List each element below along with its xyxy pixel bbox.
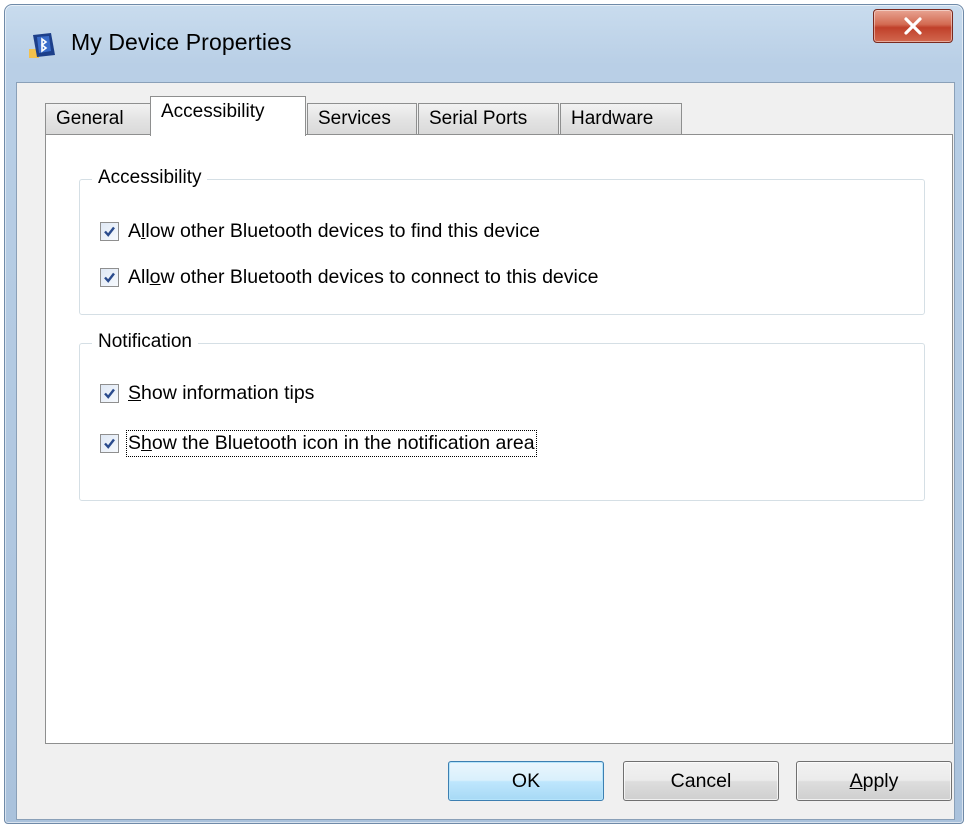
cancel-button[interactable]: Cancel <box>623 761 779 801</box>
checkbox-box[interactable] <box>100 221 119 241</box>
tab-label: Accessibility <box>161 101 265 122</box>
close-icon <box>904 17 922 35</box>
ok-button[interactable]: OK <box>448 761 604 801</box>
tab-serial-ports[interactable]: Serial Ports <box>418 103 559 135</box>
checkbox-label: Show the Bluetooth icon in the notificat… <box>126 429 537 457</box>
checkmark-icon <box>104 226 115 237</box>
checkmark-icon <box>104 438 115 449</box>
tab-label: Hardware <box>571 108 654 129</box>
tab-label: Serial Ports <box>429 108 528 129</box>
allow-find-checkbox[interactable]: Allow other Bluetooth devices to find th… <box>100 218 540 244</box>
tab-general[interactable]: General <box>45 103 152 135</box>
window-title: My Device Properties <box>71 29 292 55</box>
group-title: Notification <box>92 331 198 353</box>
checkmark-icon <box>104 272 115 283</box>
allow-connect-checkbox[interactable]: Allow other Bluetooth devices to connect… <box>100 264 598 290</box>
dialog-body: General Accessibility Services Serial Po… <box>16 82 955 820</box>
tab-services[interactable]: Services <box>307 103 417 135</box>
title-bar[interactable]: My Device Properties <box>5 5 963 81</box>
close-button[interactable] <box>873 9 953 43</box>
apply-button[interactable]: Apply <box>796 761 952 801</box>
show-tray-icon-checkbox[interactable]: Show the Bluetooth icon in the notificat… <box>100 429 537 457</box>
checkbox-box[interactable] <box>100 433 119 453</box>
tab-hardware[interactable]: Hardware <box>560 103 682 135</box>
tab-label: General <box>56 108 124 129</box>
bluetooth-device-icon <box>27 29 59 61</box>
checkbox-box[interactable] <box>100 267 119 287</box>
checkbox-label: Show information tips <box>128 381 315 404</box>
show-tips-checkbox[interactable]: Show information tips <box>100 380 314 406</box>
tab-label: Services <box>318 108 391 129</box>
checkbox-label: Allow other Bluetooth devices to connect… <box>128 265 599 288</box>
properties-dialog: My Device Properties General Accessibili… <box>4 4 964 824</box>
group-title: Accessibility <box>92 167 208 189</box>
checkmark-icon <box>104 388 115 399</box>
checkbox-label: Allow other Bluetooth devices to find th… <box>128 219 540 242</box>
accessibility-group: Accessibility Allow other Bluetooth devi… <box>79 167 925 315</box>
checkbox-box[interactable] <box>100 383 119 403</box>
tab-accessibility[interactable]: Accessibility <box>150 96 306 136</box>
accessibility-tab-panel: Accessibility Allow other Bluetooth devi… <box>45 134 953 744</box>
notification-group: Notification Show information tips Show … <box>79 331 925 501</box>
